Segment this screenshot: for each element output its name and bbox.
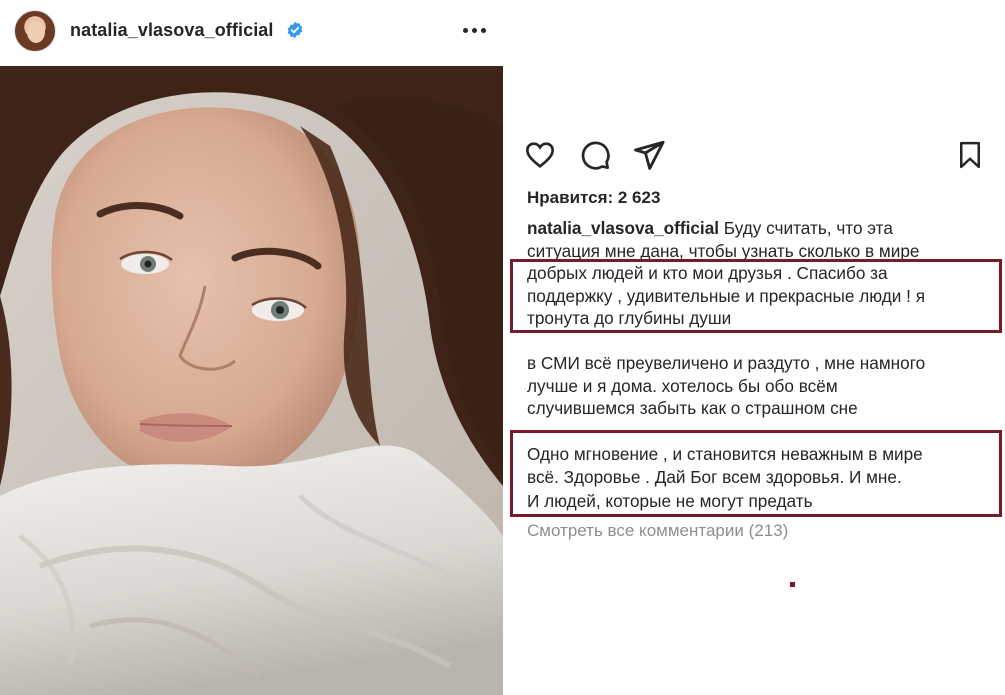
bookmark-icon[interactable] (955, 139, 985, 171)
highlight-box (510, 430, 1002, 517)
more-options-button[interactable] (458, 16, 490, 44)
heart-icon[interactable] (523, 139, 557, 171)
more-icon (462, 27, 468, 33)
selfie-image (0, 66, 503, 695)
highlight-box (510, 259, 1002, 333)
marker-dot (790, 582, 795, 587)
view-all-comments-link[interactable]: Смотреть все комментарии (213) (527, 521, 788, 541)
post-photo[interactable] (0, 66, 503, 695)
verified-badge-icon (287, 21, 303, 39)
caption-username[interactable]: natalia_vlasova_official (527, 218, 719, 238)
avatar[interactable] (14, 10, 56, 52)
caption-text: в СМИ всё преувеличено и раздуто , мне н… (527, 353, 926, 373)
caption-paragraph-2: в СМИ всё преувеличено и раздуто , мне н… (527, 352, 997, 420)
post-header: natalia_vlasova_official (0, 0, 1005, 66)
likes-count[interactable]: Нравится: 2 623 (527, 188, 660, 208)
caption-text: Буду считать, что эта (719, 218, 893, 238)
send-icon[interactable] (632, 138, 666, 172)
comment-icon[interactable] (578, 139, 612, 171)
post-username[interactable]: natalia_vlasova_official (70, 20, 274, 41)
caption-text: лучше и я дома. хотелось бы обо всём (527, 375, 838, 396)
caption-text: случившемся забыть как о страшном сне (527, 398, 858, 418)
